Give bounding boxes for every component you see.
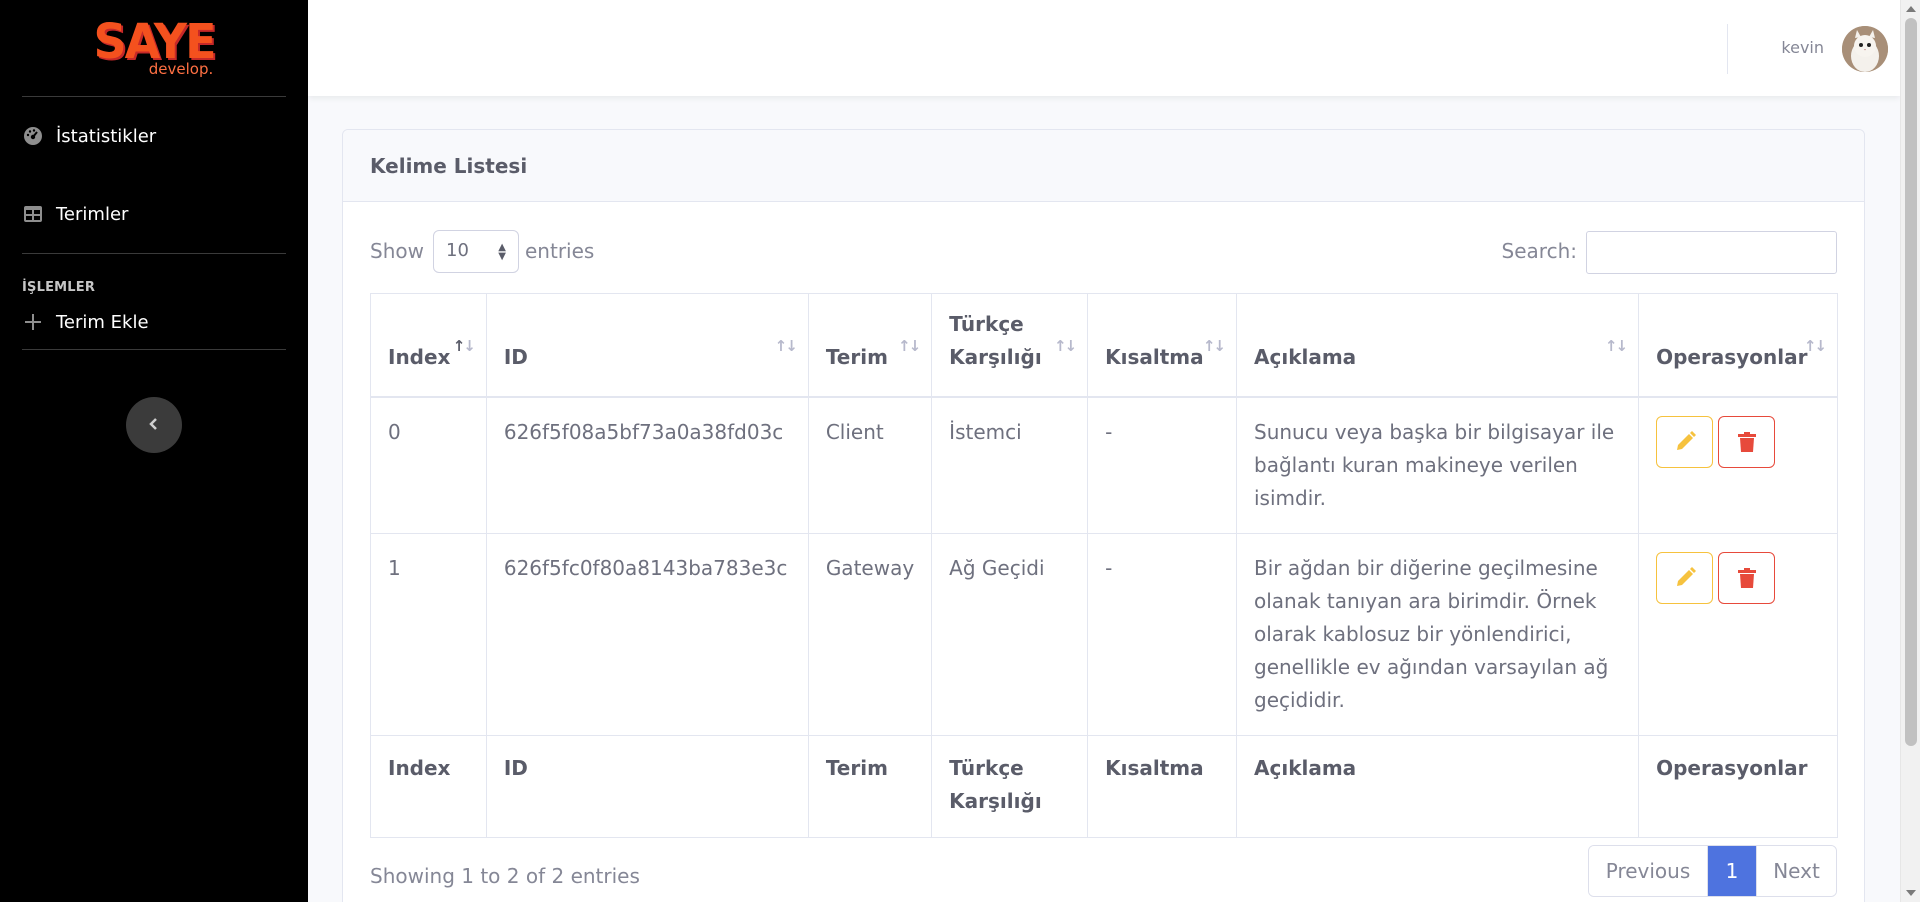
- cell-term: Gateway: [807, 532, 933, 736]
- show-label: Show: [370, 239, 424, 263]
- cell-abbreviation: -: [1087, 396, 1237, 534]
- column-header-label: Index: [388, 344, 451, 369]
- table-row: 1 626f5fc0f80a8143ba783e3c Gateway Ağ Ge…: [370, 532, 1838, 736]
- footer-header-description: Açıklama: [1235, 734, 1640, 838]
- trash-icon: [1737, 567, 1756, 588]
- topbar-divider: [1727, 24, 1728, 74]
- sidebar-divider: [22, 349, 286, 350]
- cell-description: Sunucu veya başka bir bilgisayar ile bağ…: [1235, 396, 1640, 534]
- column-header-label: ID: [503, 344, 528, 369]
- column-header-label: Türkçe Karşılığı: [949, 311, 1042, 369]
- column-header-label: Kısaltma: [1105, 344, 1204, 369]
- footer-header-operations: Operasyonlar: [1638, 734, 1838, 838]
- cell-index: 1: [370, 532, 487, 736]
- cell-turkish: Ağ Geçidi: [931, 532, 1089, 736]
- card-title: Kelime Listesi: [343, 130, 1864, 202]
- column-header-label: Terim: [825, 344, 888, 369]
- chevron-left-icon: [147, 416, 161, 435]
- entries-label: entries: [525, 239, 595, 263]
- delete-button[interactable]: [1718, 415, 1776, 468]
- brand-logo-text: SAYE: [93, 12, 216, 70]
- sort-icon: ↑↓: [452, 336, 476, 355]
- plus-icon: [22, 311, 44, 333]
- footer-header-index: Index: [370, 734, 487, 838]
- scroll-thumb[interactable]: [1905, 18, 1917, 746]
- cell-turkish: İstemci: [931, 396, 1089, 534]
- topbar: kevin: [308, 0, 1900, 96]
- scroll-down-icon[interactable]: [1906, 890, 1916, 896]
- scroll-up-icon[interactable]: [1906, 6, 1916, 12]
- trash-icon: [1737, 431, 1756, 452]
- page-size-select[interactable]: 10 ▲ ▼: [433, 230, 519, 273]
- page-button-current[interactable]: 1: [1708, 846, 1756, 896]
- sidebar-item-label: Terim Ekle: [56, 311, 149, 333]
- pagination: Previous 1 Next: [1588, 845, 1837, 897]
- sort-icon: ↑↓: [1803, 336, 1827, 355]
- column-header-description[interactable]: Açıklama ↑↓: [1235, 293, 1640, 398]
- delete-button[interactable]: [1718, 551, 1776, 604]
- column-header-index[interactable]: Index ↑↓: [370, 293, 487, 398]
- sidebar-item-statistics[interactable]: İstatistikler: [0, 97, 308, 175]
- column-header-operations[interactable]: Operasyonlar ↑↓: [1638, 293, 1838, 398]
- table-icon: [22, 203, 44, 225]
- pencil-icon: [1676, 430, 1696, 450]
- table-header-row: Index ↑↓ ID ↑↓ Terim ↑↓ Türkçe Karşılığı ↑↓ …: [370, 293, 1838, 398]
- sort-icon: ↑↓: [1202, 336, 1226, 355]
- column-header-label: Açıklama: [1254, 344, 1357, 369]
- sidebar-item-label: İstatistikler: [56, 125, 157, 147]
- column-header-term[interactable]: Terim ↑↓: [807, 293, 933, 398]
- cell-operations: [1638, 396, 1838, 534]
- table-controls: Show 10 ▲ ▼ entries Search:: [370, 230, 1837, 274]
- sort-icon: ↑↓: [898, 336, 921, 355]
- footer-header-turkish: Türkçe Karşılığı: [931, 734, 1089, 838]
- sidebar-item-add-term[interactable]: Terim Ekle: [0, 295, 308, 349]
- pencil-icon: [1676, 566, 1696, 586]
- sidebar-heading: İŞLEMLER: [22, 280, 96, 295]
- dashboard-icon: [22, 125, 44, 147]
- cell-operations: [1638, 532, 1838, 736]
- footer-header-term: Terim: [807, 734, 933, 838]
- sidebar-toggle-button[interactable]: [126, 397, 182, 453]
- sidebar: SAYE develop. İstatistikler Terimler İŞL…: [0, 0, 308, 902]
- terms-table: Index ↑↓ ID ↑↓ Terim ↑↓ Türkçe Karşılığı ↑↓ …: [370, 293, 1838, 838]
- column-header-label: Operasyonlar: [1656, 344, 1808, 369]
- column-header-abbreviation[interactable]: Kısaltma ↑↓: [1087, 293, 1237, 398]
- user-name[interactable]: kevin: [1781, 38, 1824, 57]
- sort-icon: ↑↓: [1053, 336, 1077, 355]
- search-input[interactable]: [1586, 231, 1837, 274]
- edit-button[interactable]: [1656, 551, 1714, 604]
- table-row: 0 626f5f08a5bf73a0a38fd03c Client İstemc…: [370, 396, 1838, 534]
- cell-term: Client: [807, 396, 933, 534]
- brand-logo[interactable]: SAYE develop.: [0, 0, 308, 96]
- sort-icon: ↑↓: [774, 336, 798, 355]
- cell-id: 626f5fc0f80a8143ba783e3c: [485, 532, 809, 736]
- cell-id: 626f5f08a5bf73a0a38fd03c: [485, 396, 809, 534]
- column-header-id[interactable]: ID ↑↓: [485, 293, 809, 398]
- select-arrows-icon: ▲ ▼: [498, 242, 506, 262]
- cell-description: Bir ağdan bir diğerine geçilmesine olana…: [1235, 532, 1640, 736]
- sidebar-item-label: Terimler: [56, 203, 129, 225]
- word-list-card: Kelime Listesi Show 10 ▲ ▼ entries Search…: [342, 129, 1865, 902]
- next-page-button[interactable]: Next: [1756, 846, 1836, 896]
- footer-header-abbreviation: Kısaltma: [1087, 734, 1237, 838]
- table-footer-row: Index ID Terim Türkçe Karşılığı Kısaltma…: [370, 734, 1838, 838]
- cell-abbreviation: -: [1087, 532, 1237, 736]
- edit-button[interactable]: [1656, 415, 1714, 468]
- previous-page-button[interactable]: Previous: [1589, 846, 1708, 896]
- sort-icon: ↑↓: [1604, 336, 1628, 355]
- search-label: Search:: [1501, 239, 1577, 263]
- footer-header-id: ID: [485, 734, 809, 838]
- avatar[interactable]: [1842, 26, 1888, 72]
- cell-index: 0: [370, 396, 487, 534]
- table-info: Showing 1 to 2 of 2 entries: [370, 864, 640, 888]
- page-size-value: 10: [446, 240, 469, 261]
- sidebar-item-terms[interactable]: Terimler: [0, 175, 308, 253]
- column-header-turkish[interactable]: Türkçe Karşılığı ↑↓: [931, 293, 1089, 398]
- page-scrollbar[interactable]: [1900, 0, 1920, 902]
